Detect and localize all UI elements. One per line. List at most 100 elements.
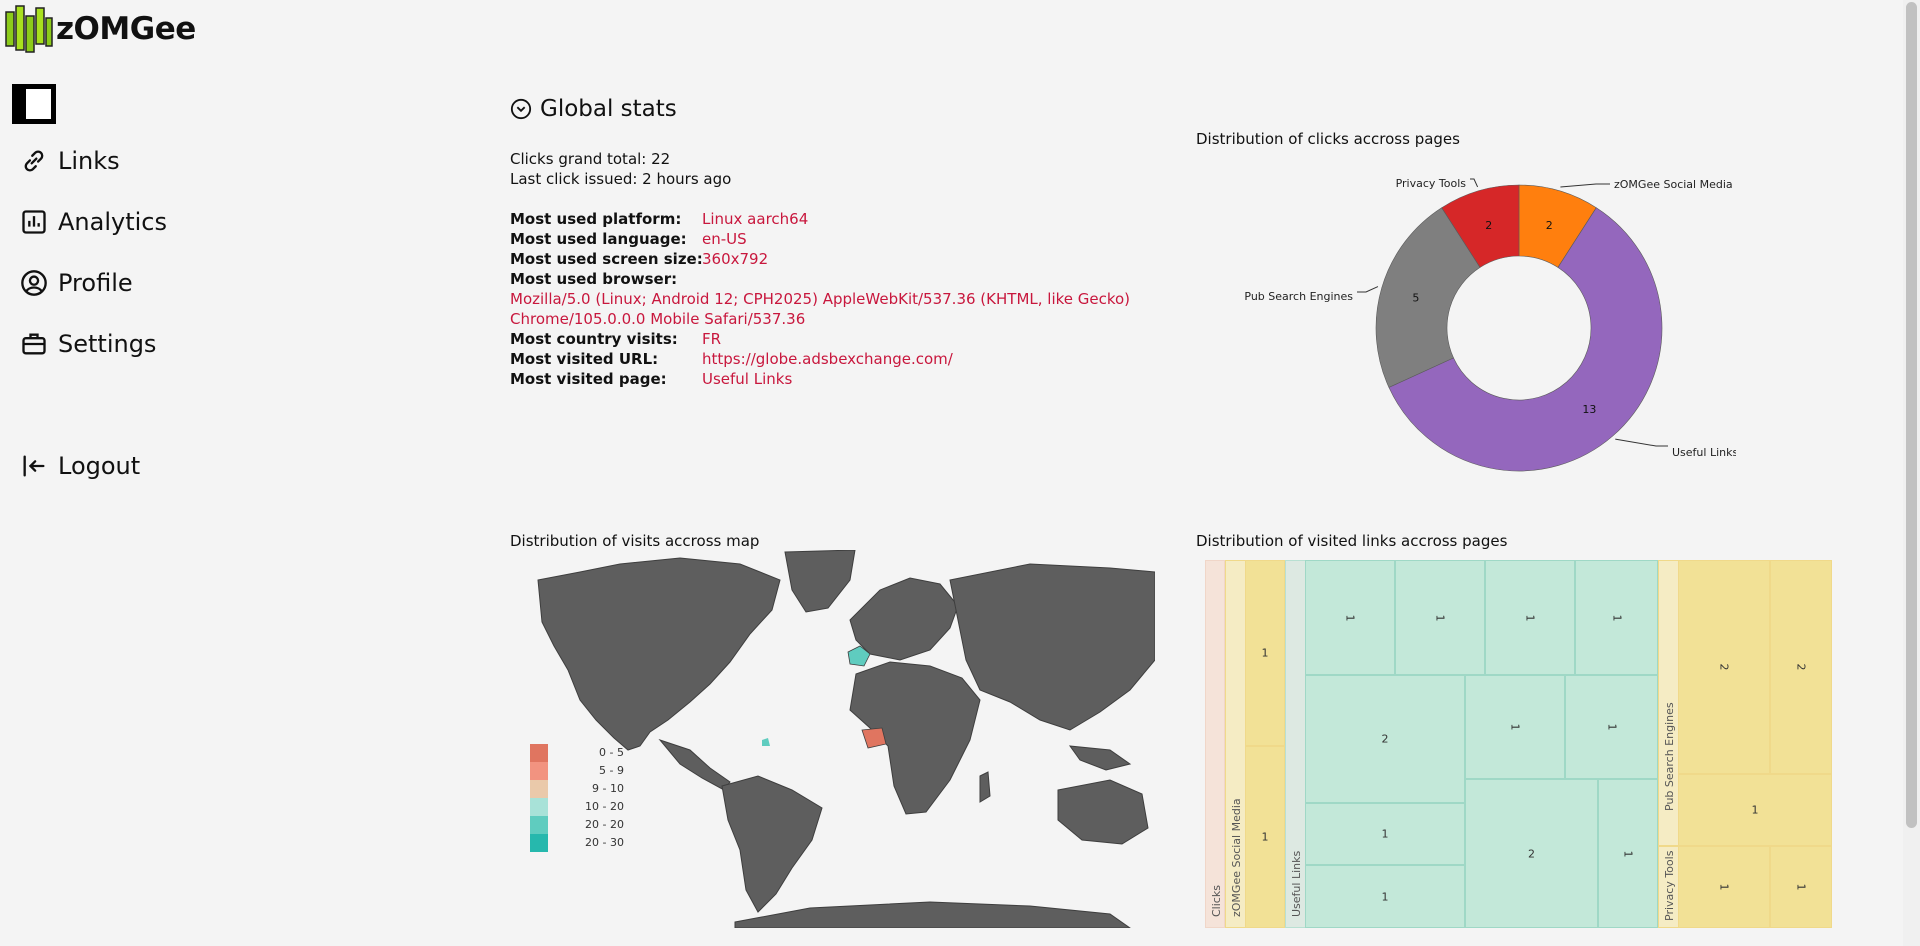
map-country-ng <box>861 727 887 749</box>
legend-row: 9 - 10 <box>530 780 648 798</box>
treemap-cell-value: 2 <box>1381 732 1389 746</box>
treemap-cell[interactable]: 1 <box>1575 560 1658 675</box>
sidebar-item-settings[interactable]: Settings <box>20 324 156 364</box>
treemap-cell[interactable]: 2 <box>1465 779 1598 928</box>
donut-category-label: Pub Search Engines <box>1244 290 1353 303</box>
map-europe <box>849 577 959 661</box>
treemap-cell[interactable]: 2 <box>1305 675 1465 803</box>
legend-label: 5 - 9 <box>599 764 624 777</box>
stat-row: Most visited URL: https://globe.adsbexcha… <box>510 350 953 368</box>
legend-row: 5 - 9 <box>530 762 648 780</box>
legend-label: 0 - 5 <box>599 746 624 759</box>
treemap-group-clicks[interactable]: Clicks <box>1205 560 1225 928</box>
treemap-cell[interactable]: 1 <box>1395 560 1485 675</box>
treemap-cell-value: 1 <box>1794 883 1808 891</box>
treemap-cell[interactable]: 1 <box>1465 675 1565 779</box>
treemap-cell-value: 1 <box>1523 614 1537 621</box>
sidebar-item-profile[interactable]: Profile <box>20 263 133 303</box>
treemap-cell-value: 1 <box>1261 646 1269 660</box>
treemap-group-label: Privacy Tools <box>1663 850 1676 921</box>
legend-label: 20 - 20 <box>585 818 624 831</box>
logout-icon <box>23 455 45 477</box>
map-title: Distribution of visits accross map <box>510 532 760 550</box>
map-madagascar <box>979 771 991 803</box>
donut-leader-line <box>1357 286 1379 293</box>
scrollbar-thumb[interactable] <box>1906 2 1917 828</box>
treemap-cell-value: 1 <box>1717 883 1731 891</box>
logout-label: Logout <box>58 452 141 480</box>
last-click: Last click issued: 2 hours ago <box>510 170 732 188</box>
link-icon <box>24 150 44 172</box>
map-antarctica <box>734 901 1131 928</box>
donut-category-label: Privacy Tools <box>1396 177 1467 190</box>
page-scrollbar[interactable] <box>1903 0 1920 946</box>
treemap-cell[interactable]: 1 <box>1678 774 1832 846</box>
stat-row: Most used browser: <box>510 270 678 288</box>
legend-label: 20 - 30 <box>585 836 624 849</box>
donut-value-label: 2 <box>1485 219 1492 232</box>
sidebar-item-label: Links <box>58 147 120 175</box>
treemap-cell[interactable]: 1 <box>1245 560 1285 746</box>
treemap-cell[interactable]: 1 <box>1305 560 1395 675</box>
sidebar-item-label: Settings <box>58 330 157 358</box>
treemap-cell-value: 1 <box>1433 614 1447 621</box>
map-asia <box>949 563 1155 731</box>
legend-row: 0 - 5 <box>530 744 648 762</box>
treemap-cell[interactable]: 1 <box>1305 865 1465 928</box>
map-greenland <box>784 550 856 613</box>
treemap-cell[interactable]: 1 <box>1598 779 1658 928</box>
treemap-cell-value: 1 <box>1381 827 1389 841</box>
world-map[interactable] <box>510 550 1155 928</box>
donut-leader-line <box>1615 438 1668 447</box>
treemap-cell-value: 1 <box>1508 723 1522 731</box>
chevron-down-circle-icon <box>510 98 532 120</box>
analytics-icon <box>22 210 46 234</box>
legend-swatch <box>530 762 548 780</box>
treemap-group-label: Pub Search Engines <box>1663 702 1676 811</box>
sidebar-item-label: Profile <box>58 269 133 297</box>
donut-leader-line <box>1560 183 1610 188</box>
treemap-cell[interactable]: 2 <box>1678 560 1770 774</box>
legend-row: 20 - 20 <box>530 816 648 834</box>
sidebar-item-links[interactable]: Links <box>20 141 120 181</box>
sidebar-item-analytics[interactable]: Analytics <box>20 202 167 242</box>
logo-icon <box>5 5 53 53</box>
donut-leader-line <box>1470 178 1479 188</box>
treemap-cell-value: 1 <box>1343 614 1357 621</box>
treemap-cell[interactable]: 1 <box>1770 846 1832 928</box>
legend-swatch <box>530 816 548 834</box>
stat-row: Most country visits: FR <box>510 330 722 348</box>
treemap-cell-value: 1 <box>1605 723 1618 731</box>
treemap: Clicks zOMGee Social Media 1 1 Useful Links 1… <box>1205 560 1841 928</box>
global-stats-toggle[interactable]: Global stats <box>510 96 677 122</box>
legend-swatch <box>530 780 548 798</box>
stat-row: Most used platform: Linux aarch64 <box>510 210 809 228</box>
legend-swatch <box>530 798 548 816</box>
map-australia <box>1057 779 1149 845</box>
treemap-group-label: zOMGee Social Media <box>1230 798 1243 917</box>
map-country-gf <box>762 738 770 746</box>
legend-swatch <box>530 744 548 762</box>
treemap-cell-value: 2 <box>1528 847 1535 860</box>
treemap-cell-value: 1 <box>1381 890 1389 903</box>
browser-value: Chrome/105.0.0.0 Mobile Safari/537.36 <box>510 310 806 328</box>
legend-row: 10 - 20 <box>530 798 648 816</box>
treemap-cell-value: 1 <box>1261 830 1269 844</box>
treemap-title: Distribution of visited links accross pa… <box>1196 532 1508 550</box>
stat-row: Most used language: en-US <box>510 230 747 248</box>
map-south-america <box>721 775 823 913</box>
map-north-america <box>537 557 781 751</box>
logout-button[interactable]: Logout <box>20 446 140 486</box>
treemap-cell[interactable]: 2 <box>1770 560 1832 774</box>
treemap-cell[interactable]: 1 <box>1678 846 1770 928</box>
sidebar-toggle-button[interactable] <box>12 84 56 124</box>
global-stats-title: Global stats <box>540 96 677 122</box>
treemap-cell-value: 1 <box>1610 614 1623 621</box>
treemap-cell[interactable]: 1 <box>1305 803 1465 865</box>
treemap-cell[interactable]: 1 <box>1565 675 1658 779</box>
donut-value-label: 2 <box>1546 219 1553 232</box>
treemap-cell[interactable]: 1 <box>1245 746 1285 928</box>
treemap-cell-value: 1 <box>1751 803 1759 817</box>
donut-value-label: 5 <box>1412 292 1419 305</box>
treemap-cell[interactable]: 1 <box>1485 560 1575 675</box>
